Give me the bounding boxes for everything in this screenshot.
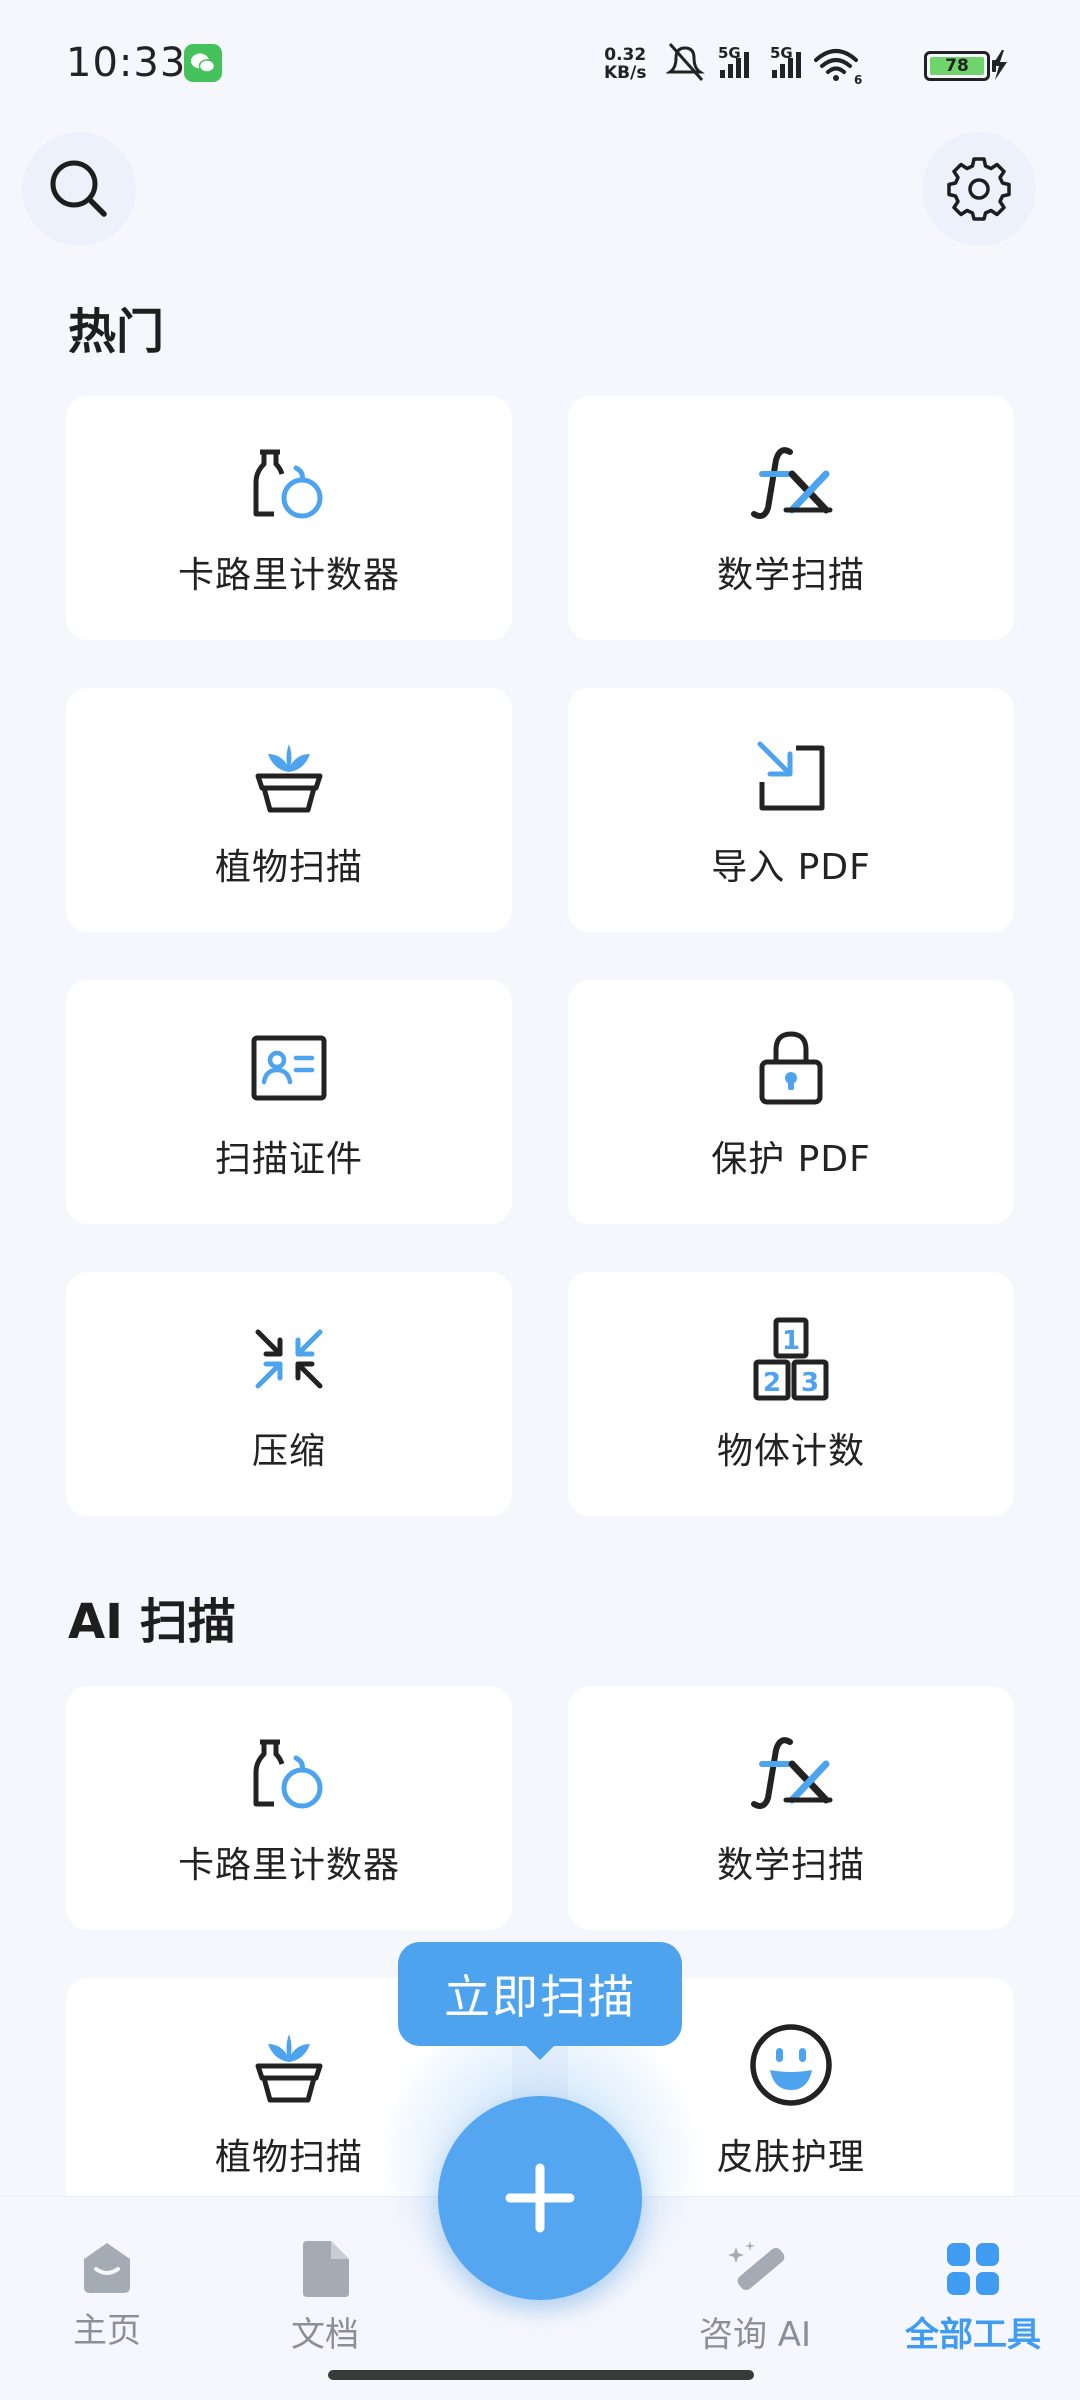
nav-ask-ai[interactable]: 咨询 AI (670, 2239, 840, 2356)
search-icon (50, 160, 107, 217)
tool-compress[interactable]: 压缩 (66, 1272, 512, 1516)
mute-bell-icon (666, 43, 705, 81)
section-title-popular: 热门 (68, 304, 165, 360)
battery-icon: 78 (924, 51, 990, 81)
nav-home[interactable]: 主页 (22, 2239, 192, 2352)
search-button[interactable] (22, 132, 136, 246)
fx-icon (751, 1737, 833, 1809)
svg-text:2: 2 (763, 1368, 781, 1398)
plant-icon (255, 744, 323, 813)
plant-icon (255, 2034, 323, 2103)
tool-label: 植物扫描 (214, 2137, 363, 2178)
tool-import-pdf[interactable]: 导入 PDF (568, 688, 1014, 932)
tool-label: 保护 PDF (711, 1139, 871, 1180)
tool-label: 导入 PDF (711, 847, 871, 888)
tool-label: 植物扫描 (214, 847, 363, 888)
wechat-notification-icon (184, 44, 222, 82)
nav-label: 主页 (73, 2311, 141, 2351)
compress-icon (255, 1329, 323, 1389)
tool-math-scan[interactable]: 数学扫描 (568, 1686, 1014, 1930)
app-screen: 10:33 0.32 KB/s 5G 5G 6 78 热门 卡路里计数器 数学扫… (0, 0, 1080, 2400)
battery-level: 78 (930, 57, 984, 75)
popular-tools-grid: 卡路里计数器 数学扫描 植物扫描 导入 PDF 扫描证件 保护 PDF 压缩 1… (66, 396, 1014, 1516)
tool-calorie-counter[interactable]: 卡路里计数器 (66, 1686, 512, 1930)
wifi-icon (814, 49, 858, 74)
tool-object-count[interactable]: 1 2 3 物体计数 (568, 1272, 1014, 1516)
scan-fab-button[interactable] (438, 2096, 642, 2300)
status-bar: 10:33 0.32 KB/s 5G 5G 6 78 (0, 0, 1080, 130)
nav-label: 文档 (291, 2315, 359, 2355)
section-title-ai-scan: AI 扫描 (68, 1594, 236, 1650)
tool-plant-scan[interactable]: 植物扫描 (66, 688, 512, 932)
tool-label: 数学扫描 (716, 1845, 865, 1886)
tool-label: 数学扫描 (716, 555, 865, 596)
tool-label: 皮肤护理 (716, 2137, 865, 2178)
document-icon (303, 2241, 349, 2297)
count-blocks-icon: 1 2 3 (753, 1317, 829, 1401)
tool-label: 物体计数 (716, 1431, 865, 1472)
svg-text:1: 1 (782, 1326, 800, 1356)
tool-protect-pdf[interactable]: 保护 PDF (568, 980, 1014, 1224)
tool-label: 扫描证件 (214, 1139, 363, 1180)
network-speed: 0.32 KB/s (604, 45, 647, 83)
nav-all-tools[interactable]: 全部工具 (888, 2239, 1058, 2356)
battery-cap (992, 60, 996, 72)
lock-icon (759, 1031, 823, 1105)
status-time: 10:33 (66, 40, 187, 86)
plus-icon (505, 2163, 575, 2233)
settings-button[interactable] (922, 132, 1036, 246)
tool-scan-id[interactable]: 扫描证件 (66, 980, 512, 1224)
grid-icon (947, 2243, 999, 2295)
magic-wand-icon (728, 2241, 785, 2291)
home-indicator (328, 2370, 754, 2380)
tool-label: 卡路里计数器 (177, 1845, 400, 1886)
nav-documents[interactable]: 文档 (240, 2239, 410, 2356)
gear-icon (947, 157, 1011, 221)
fx-icon (751, 447, 833, 519)
tooltip-arrow (524, 2044, 556, 2060)
calorie-icon (253, 1739, 323, 1809)
svg-text:3: 3 (801, 1368, 819, 1398)
home-icon (84, 2243, 130, 2293)
svg-text:6: 6 (854, 73, 862, 87)
id-card-icon (251, 1035, 327, 1101)
calorie-icon (253, 449, 323, 519)
tool-math-scan[interactable]: 数学扫描 (568, 396, 1014, 640)
smile-icon (750, 2024, 832, 2106)
scan-now-tooltip[interactable]: 立即扫描 (398, 1942, 682, 2046)
nav-label: 咨询 AI (698, 2315, 812, 2355)
nav-label: 全部工具 (905, 2315, 1041, 2355)
tool-calorie-counter[interactable]: 卡路里计数器 (66, 396, 512, 640)
import-icon (757, 741, 825, 811)
tool-label: 压缩 (251, 1431, 326, 1472)
tool-label: 卡路里计数器 (177, 555, 400, 596)
